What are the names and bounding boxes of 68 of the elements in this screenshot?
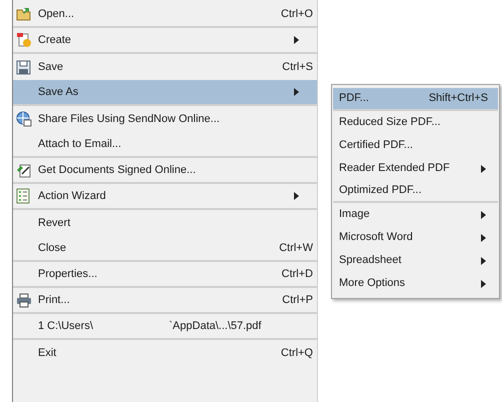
- menu-item[interactable]: More Options: [333, 272, 498, 295]
- menu-item-label: Revert: [38, 216, 70, 231]
- menu-item[interactable]: Save Ctrl+S: [13, 54, 317, 80]
- menu-item[interactable]: Print... Ctrl+P: [13, 288, 317, 314]
- menu-item-label: Action Wizard: [38, 188, 106, 204]
- menu-item[interactable]: Reduced Size PDF...: [333, 111, 498, 134]
- document-star-icon: [16, 32, 32, 48]
- menu-item-label: Microsoft Word: [339, 230, 413, 246]
- menu-item[interactable]: Action Wizard: [13, 184, 317, 210]
- menu-item-label: Optimized PDF...: [339, 183, 422, 198]
- menu-item-label: Create: [38, 32, 72, 48]
- menu-item-label: Exit: [38, 346, 56, 361]
- menu-item[interactable]: Get Documents Signed Online...: [13, 158, 317, 184]
- submenu-arrow-icon: [294, 36, 299, 44]
- menu-item[interactable]: Reader Extended PDF: [333, 157, 498, 180]
- menu-item[interactable]: PDF... Shift+Ctrl+S: [333, 88, 498, 111]
- pen-document-icon: [16, 162, 32, 178]
- menu-item-label: Reduced Size PDF...: [339, 115, 440, 130]
- menu-item-label: More Options: [339, 276, 406, 292]
- menu-item[interactable]: Microsoft Word: [333, 226, 498, 249]
- menu-item[interactable]: Image: [333, 203, 498, 226]
- menu-item[interactable]: Spreadsheet: [333, 249, 498, 272]
- menu-item-path: `AppData\...\57.pdf: [169, 318, 262, 334]
- checklist-icon: [16, 188, 30, 204]
- shortcut-label: Ctrl+P: [282, 292, 313, 308]
- menu-item-label: Reader Extended PDF: [339, 161, 450, 176]
- menu-item-label: Certified PDF...: [339, 138, 413, 154]
- submenu-arrow-icon: [481, 234, 486, 242]
- menu-item-label: Close: [38, 240, 66, 256]
- menu-item-label: Attach to Email...: [38, 136, 122, 152]
- menu-item-label: Open...: [38, 6, 74, 22]
- submenu-arrow-icon: [294, 88, 299, 96]
- shortcut-label: Ctrl+S: [282, 60, 313, 75]
- submenu-arrow-icon: [481, 280, 486, 288]
- menu-item[interactable]: Certified PDF...: [333, 134, 498, 157]
- menu-item-label: Properties...: [38, 266, 98, 282]
- menu-item-label: Save: [38, 60, 64, 75]
- menu-item[interactable]: 1 C:\Users\ `AppData\...\57.pdf: [13, 314, 317, 340]
- menu-item-label: Get Documents Signed Online...: [38, 162, 196, 178]
- menu-item[interactable]: Open... Ctrl+O: [13, 2, 317, 28]
- menu-item[interactable]: Exit Ctrl+Q: [13, 340, 317, 366]
- shortcut-label: Ctrl+W: [279, 240, 313, 256]
- menu-item-label: Share Files Using SendNow Online...: [38, 112, 220, 127]
- menu-item[interactable]: Share Files Using SendNow Online...: [13, 106, 317, 132]
- menu-item[interactable]: Save As: [13, 80, 317, 106]
- menu-item[interactable]: Attach to Email...: [13, 132, 317, 158]
- menu-item-label: 1 C:\Users\: [38, 318, 94, 334]
- menu-item-label: PDF...: [339, 91, 369, 106]
- shortcut-label: Ctrl+Q: [280, 346, 313, 361]
- shortcut-label: Ctrl+O: [280, 6, 313, 22]
- menu-item-label: Spreadsheet: [339, 253, 402, 268]
- submenu-arrow-icon: [481, 164, 486, 172]
- menu-item[interactable]: Close Ctrl+W: [13, 236, 317, 262]
- globe-envelope-icon: [16, 111, 32, 127]
- menu-item[interactable]: Optimized PDF...: [333, 180, 498, 203]
- submenu-arrow-icon: [481, 210, 486, 218]
- submenu-arrow-icon: [294, 192, 299, 200]
- folder-icon: [16, 7, 32, 21]
- menu-item[interactable]: Revert: [13, 210, 317, 236]
- menu-item-label: Print...: [38, 292, 70, 308]
- shortcut-label: Ctrl+D: [282, 266, 313, 282]
- menu-item-label: Image: [339, 207, 370, 222]
- printer-icon: [16, 292, 32, 308]
- submenu-arrow-icon: [481, 256, 486, 264]
- menu-item-label: Save As: [38, 84, 78, 100]
- menu-item[interactable]: Create: [13, 28, 317, 54]
- menu-item[interactable]: Properties... Ctrl+D: [13, 262, 317, 288]
- shortcut-label: Shift+Ctrl+S: [428, 91, 488, 106]
